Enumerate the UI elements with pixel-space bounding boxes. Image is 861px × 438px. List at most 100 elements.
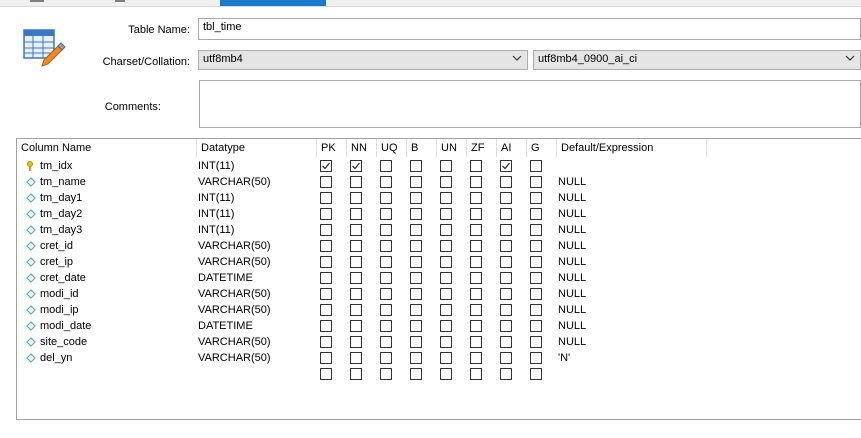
ai-checkbox[interactable]: [500, 208, 512, 220]
uq-checkbox[interactable]: [380, 192, 392, 204]
zf-checkbox[interactable]: [470, 352, 482, 364]
un-checkbox[interactable]: [440, 240, 452, 252]
datatype-cell[interactable]: VARCHAR(50): [198, 254, 271, 270]
table-row[interactable]: modi_ip VARCHAR(50) NULL: [17, 302, 861, 318]
pk-checkbox[interactable]: [320, 336, 332, 348]
column-name-cell[interactable]: cret_ip: [40, 254, 73, 270]
table-name-input[interactable]: tbl_time: [198, 18, 861, 40]
ai-checkbox[interactable]: [500, 240, 512, 252]
nn-checkbox[interactable]: [350, 304, 362, 316]
g-checkbox[interactable]: [530, 224, 542, 236]
table-row[interactable]: tm_idx INT(11): [17, 158, 861, 174]
datatype-cell[interactable]: VARCHAR(50): [198, 174, 271, 190]
datatype-cell[interactable]: DATETIME: [198, 318, 253, 334]
default-expression-cell[interactable]: NULL: [558, 286, 586, 302]
uq-checkbox[interactable]: [380, 176, 392, 188]
b-checkbox[interactable]: [410, 240, 422, 252]
nn-checkbox[interactable]: [350, 208, 362, 220]
ai-checkbox[interactable]: [500, 224, 512, 236]
ai-checkbox[interactable]: [500, 272, 512, 284]
zf-checkbox[interactable]: [470, 304, 482, 316]
default-expression-cell[interactable]: NULL: [558, 318, 586, 334]
un-checkbox[interactable]: [440, 304, 452, 316]
b-checkbox[interactable]: [410, 224, 422, 236]
un-checkbox[interactable]: [440, 176, 452, 188]
g-checkbox[interactable]: [530, 304, 542, 316]
tab-edge[interactable]: [30, 0, 44, 2]
column-name-cell[interactable]: modi_id: [40, 286, 79, 302]
datatype-cell[interactable]: INT(11): [198, 190, 234, 206]
pk-checkbox[interactable]: [320, 224, 332, 236]
b-checkbox[interactable]: [410, 208, 422, 220]
table-row[interactable]: tm_name VARCHAR(50) NULL: [17, 174, 861, 190]
table-row[interactable]: tm_day1 INT(11) NULL: [17, 190, 861, 206]
pk-checkbox[interactable]: [320, 352, 332, 364]
default-expression-cell[interactable]: NULL: [558, 190, 586, 206]
b-checkbox[interactable]: [410, 320, 422, 332]
datatype-cell[interactable]: VARCHAR(50): [198, 238, 271, 254]
table-row[interactable]: tm_day2 INT(11) NULL: [17, 206, 861, 222]
g-checkbox[interactable]: [530, 272, 542, 284]
default-expression-cell[interactable]: 'N': [558, 350, 570, 366]
un-checkbox[interactable]: [440, 336, 452, 348]
header-default-expression[interactable]: Default/Expression: [557, 139, 707, 157]
ai-checkbox[interactable]: [500, 160, 512, 172]
header-nn[interactable]: NN: [347, 139, 377, 157]
b-checkbox[interactable]: [410, 352, 422, 364]
uq-checkbox[interactable]: [380, 224, 392, 236]
b-checkbox[interactable]: [410, 288, 422, 300]
table-row[interactable]: modi_date DATETIME NULL: [17, 318, 861, 334]
uq-checkbox[interactable]: [380, 304, 392, 316]
nn-checkbox[interactable]: [350, 176, 362, 188]
datatype-cell[interactable]: INT(11): [198, 158, 234, 174]
uq-checkbox[interactable]: [380, 320, 392, 332]
default-expression-cell[interactable]: NULL: [558, 254, 586, 270]
nn-checkbox[interactable]: [350, 336, 362, 348]
column-name-cell[interactable]: tm_name: [40, 174, 86, 190]
datatype-cell[interactable]: INT(11): [198, 206, 234, 222]
uq-checkbox[interactable]: [380, 256, 392, 268]
ai-checkbox[interactable]: [500, 304, 512, 316]
g-checkbox[interactable]: [530, 256, 542, 268]
pk-checkbox[interactable]: [320, 288, 332, 300]
header-b[interactable]: B: [407, 139, 437, 157]
b-checkbox[interactable]: [410, 368, 422, 380]
column-name-cell[interactable]: cret_id: [40, 238, 73, 254]
zf-checkbox[interactable]: [470, 256, 482, 268]
header-pk[interactable]: PK: [317, 139, 347, 157]
un-checkbox[interactable]: [440, 352, 452, 364]
column-name-cell[interactable]: tm_day1: [40, 190, 82, 206]
un-checkbox[interactable]: [440, 224, 452, 236]
default-expression-cell[interactable]: NULL: [558, 238, 586, 254]
datatype-cell[interactable]: DATETIME: [198, 270, 253, 286]
default-expression-cell[interactable]: NULL: [558, 206, 586, 222]
ai-checkbox[interactable]: [500, 176, 512, 188]
g-checkbox[interactable]: [530, 240, 542, 252]
tab-edge[interactable]: [115, 0, 125, 2]
b-checkbox[interactable]: [410, 256, 422, 268]
un-checkbox[interactable]: [440, 192, 452, 204]
zf-checkbox[interactable]: [470, 160, 482, 172]
uq-checkbox[interactable]: [380, 160, 392, 172]
pk-checkbox[interactable]: [320, 208, 332, 220]
nn-checkbox[interactable]: [350, 224, 362, 236]
g-checkbox[interactable]: [530, 208, 542, 220]
table-row[interactable]: del_yn VARCHAR(50) 'N': [17, 350, 861, 366]
nn-checkbox[interactable]: [350, 320, 362, 332]
table-row[interactable]: site_code VARCHAR(50) NULL: [17, 334, 861, 350]
g-checkbox[interactable]: [530, 352, 542, 364]
zf-checkbox[interactable]: [470, 288, 482, 300]
nn-checkbox[interactable]: [350, 240, 362, 252]
uq-checkbox[interactable]: [380, 208, 392, 220]
b-checkbox[interactable]: [410, 176, 422, 188]
default-expression-cell[interactable]: NULL: [558, 270, 586, 286]
zf-checkbox[interactable]: [470, 240, 482, 252]
b-checkbox[interactable]: [410, 272, 422, 284]
pk-checkbox[interactable]: [320, 256, 332, 268]
default-expression-cell[interactable]: NULL: [558, 222, 586, 238]
g-checkbox[interactable]: [530, 336, 542, 348]
collation-select[interactable]: utf8mb4_0900_ai_ci: [533, 50, 861, 70]
datatype-cell[interactable]: INT(11): [198, 222, 234, 238]
b-checkbox[interactable]: [410, 160, 422, 172]
nn-checkbox[interactable]: [350, 272, 362, 284]
